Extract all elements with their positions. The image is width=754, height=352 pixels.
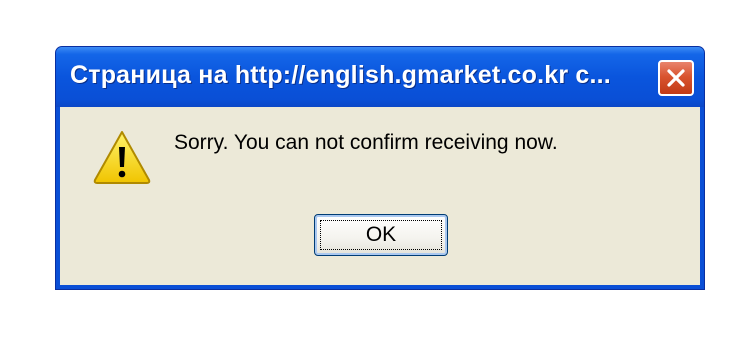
alert-dialog: Страница на http://english.gmarket.co.kr…: [55, 46, 705, 290]
ok-button-label: OK: [365, 223, 397, 246]
close-icon: [666, 68, 686, 88]
dialog-body: Sorry. You can not confirm receiving now…: [60, 107, 700, 285]
title-bar[interactable]: Страница на http://english.gmarket.co.kr…: [56, 47, 704, 107]
window-title: Страница на http://english.gmarket.co.kr…: [70, 61, 611, 89]
alert-message: Sorry. You can not confirm receiving now…: [174, 131, 558, 154]
warning-icon: [92, 129, 152, 185]
close-button[interactable]: [658, 60, 694, 96]
ok-button[interactable]: OK: [314, 214, 448, 256]
